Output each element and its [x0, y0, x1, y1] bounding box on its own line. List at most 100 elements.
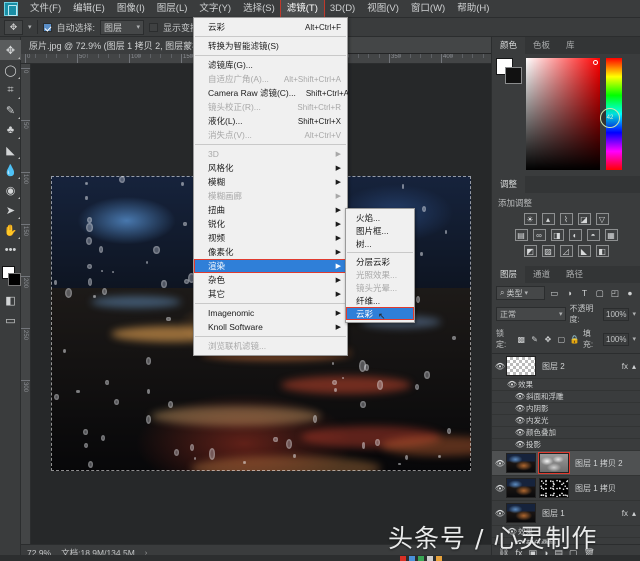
filter-menu-item[interactable]: Imagenomic▶ — [194, 306, 347, 320]
tab-adjustments[interactable]: 调整 — [492, 176, 525, 193]
vibrance-icon[interactable]: ▽ — [596, 213, 609, 225]
layer-effects-fx-icon[interactable]: fx — [622, 509, 628, 518]
filter-menu-item[interactable]: 渲染▶ — [194, 259, 347, 273]
layer-filter-select[interactable]: ⌕ 类型 ▾ — [496, 286, 545, 300]
render-submenu-item[interactable]: 纤维... — [346, 294, 414, 307]
move-tool[interactable]: ✥ — [0, 40, 21, 60]
layer-name[interactable]: 图层 2 — [542, 361, 565, 372]
invert-icon[interactable]: ◩ — [524, 245, 537, 257]
effect-visibility-eye-icon[interactable]: 👁 — [514, 392, 526, 401]
effect-visibility-eye-icon[interactable]: 👁 — [514, 428, 526, 437]
taskbar-icon[interactable] — [400, 556, 406, 561]
lock-position-icon[interactable]: ✥ — [543, 334, 553, 345]
pixel-filter-icon[interactable]: ▭ — [548, 287, 560, 300]
layer-effects-fx-icon[interactable]: fx — [622, 362, 628, 371]
menu-edit[interactable]: 编辑(E) — [67, 0, 111, 18]
layer-thumbnail[interactable] — [506, 478, 536, 498]
hue-saturation-icon[interactable]: ▤ — [515, 229, 528, 241]
menu-image[interactable]: 图像(I) — [111, 0, 151, 18]
layer-effects-chevron-icon[interactable]: ▴ — [632, 509, 636, 518]
filter-menu-item[interactable]: 模糊▶ — [194, 175, 347, 189]
fill-value[interactable]: 100% — [603, 333, 629, 346]
layer-effect-row[interactable]: 👁内阴影 — [492, 403, 640, 415]
menu-view[interactable]: 视图(V) — [361, 0, 405, 18]
filter-menu-item[interactable]: 液化(L)...Shift+Ctrl+X — [194, 114, 347, 128]
gradient-map-icon[interactable]: ◣ — [578, 245, 591, 257]
layer-row[interactable]: 👁图层 2fx▴ — [492, 354, 640, 379]
filter-menu-item[interactable]: 风格化▶ — [194, 161, 347, 175]
layer-name[interactable]: 图层 1 — [542, 508, 565, 519]
layer-visibility-eye-icon[interactable]: 👁 — [494, 459, 506, 468]
color-field[interactable] — [526, 58, 600, 170]
render-submenu-item[interactable]: 分层云彩 — [346, 255, 414, 268]
adjustment-filter-icon[interactable]: ◑ — [563, 287, 575, 300]
brightness-icon[interactable]: ☀ — [524, 213, 537, 225]
levels-icon[interactable]: ▴ — [542, 213, 555, 225]
black-white-icon[interactable]: ◨ — [551, 229, 564, 241]
effect-visibility-eye-icon[interactable]: 👁 — [514, 416, 526, 425]
layer-effect-row[interactable]: 👁内发光 — [492, 415, 640, 427]
filter-menu-item[interactable]: Knoll Software▶ — [194, 320, 347, 334]
effect-visibility-eye-icon[interactable]: 👁 — [506, 380, 518, 389]
smart-filter-icon[interactable]: ◰ — [609, 287, 621, 300]
menu-layer[interactable]: 图层(L) — [151, 0, 194, 18]
menu-filter[interactable]: 滤镜(T) — [281, 0, 324, 18]
taskbar-icon[interactable] — [436, 556, 442, 561]
dodge-tool[interactable]: ◉ — [0, 180, 21, 200]
tab-layers[interactable]: 图层 — [492, 266, 525, 283]
curves-icon[interactable]: ⌇ — [560, 213, 573, 225]
layer-thumbnail[interactable] — [506, 453, 536, 473]
layer-visibility-eye-icon[interactable]: 👁 — [494, 484, 506, 493]
screen-mode-toggle[interactable]: ▭ — [0, 310, 21, 330]
show-transform-checkbox[interactable] — [149, 23, 158, 32]
path-selection-tool[interactable]: ➤ — [0, 200, 21, 220]
lock-image-icon[interactable]: ✎ — [529, 334, 539, 345]
filter-menu-item[interactable]: Camera Raw 滤镜(C)...Shift+Ctrl+A — [194, 86, 347, 100]
eraser-tool[interactable]: ◣ — [0, 140, 21, 160]
color-balance-icon[interactable]: ∞ — [533, 229, 546, 241]
menu-select[interactable]: 选择(S) — [237, 0, 281, 18]
layer-mask-thumbnail[interactable] — [539, 478, 569, 498]
taskbar-icon[interactable] — [409, 556, 415, 561]
posterize-icon[interactable]: ▨ — [542, 245, 555, 257]
filter-menu-item[interactable]: 锐化▶ — [194, 217, 347, 231]
layer-effect-row[interactable]: 👁颜色叠加 — [492, 427, 640, 439]
layer-effect-row[interactable]: 👁斜面和浮雕 — [492, 391, 640, 403]
color-swatches[interactable] — [0, 264, 21, 290]
filter-menu-item[interactable]: 其它▶ — [194, 287, 347, 301]
render-submenu[interactable]: 火焰...图片框...树...分层云彩光照效果...镜头光晕...纤维...云彩… — [345, 208, 415, 323]
layer-name[interactable]: 图层 1 拷贝 — [575, 483, 616, 494]
filter-menu-item[interactable]: 转换为智能滤镜(S) — [194, 39, 347, 53]
selective-color-icon[interactable]: ◧ — [596, 245, 609, 257]
menu-window[interactable]: 窗口(W) — [405, 0, 451, 18]
taskbar-icon[interactable] — [418, 556, 424, 561]
layer-effects-chevron-icon[interactable]: ▴ — [632, 362, 636, 371]
effect-visibility-eye-icon[interactable]: 👁 — [514, 440, 526, 449]
tab-libraries[interactable]: 库 — [558, 37, 583, 54]
filter-menu-item[interactable]: 滤镜库(G)... — [194, 58, 347, 72]
menu-help[interactable]: 帮助(H) — [451, 0, 495, 18]
background-color-swatch[interactable] — [8, 273, 21, 286]
background-color-swatch[interactable] — [505, 67, 522, 84]
filter-menu-item[interactable]: 扭曲▶ — [194, 203, 347, 217]
lock-artboard-icon[interactable]: ▢ — [556, 334, 566, 345]
toggle-filter-icon[interactable]: ● — [624, 287, 636, 300]
render-submenu-item[interactable]: 树... — [346, 237, 414, 250]
quick-mask-toggle[interactable]: ◧ — [0, 290, 21, 310]
lock-transparent-icon[interactable]: ▩ — [516, 334, 526, 345]
hand-tool[interactable]: ✋ — [0, 220, 21, 240]
layer-mask-thumbnail[interactable] — [539, 453, 569, 473]
effect-visibility-eye-icon[interactable]: 👁 — [514, 404, 526, 413]
move-tool-icon[interactable]: ✥ — [4, 20, 23, 35]
threshold-icon[interactable]: ◿ — [560, 245, 573, 257]
lasso-tool[interactable]: ◯ — [0, 60, 21, 80]
taskbar-icon[interactable] — [427, 556, 433, 561]
eyedropper-tool[interactable]: ✎ — [0, 100, 21, 120]
layer-thumbnail[interactable] — [506, 356, 536, 376]
menu-3d[interactable]: 3D(D) — [324, 0, 361, 18]
layer-row[interactable]: 👁 图层 1 拷贝 — [492, 476, 640, 501]
channel-mixer-icon[interactable]: ◓ — [587, 229, 600, 241]
tab-color[interactable]: 颜色 — [492, 37, 525, 54]
tab-paths[interactable]: 路径 — [558, 266, 591, 283]
blend-mode-select[interactable]: 正常 ▾ — [496, 307, 566, 321]
